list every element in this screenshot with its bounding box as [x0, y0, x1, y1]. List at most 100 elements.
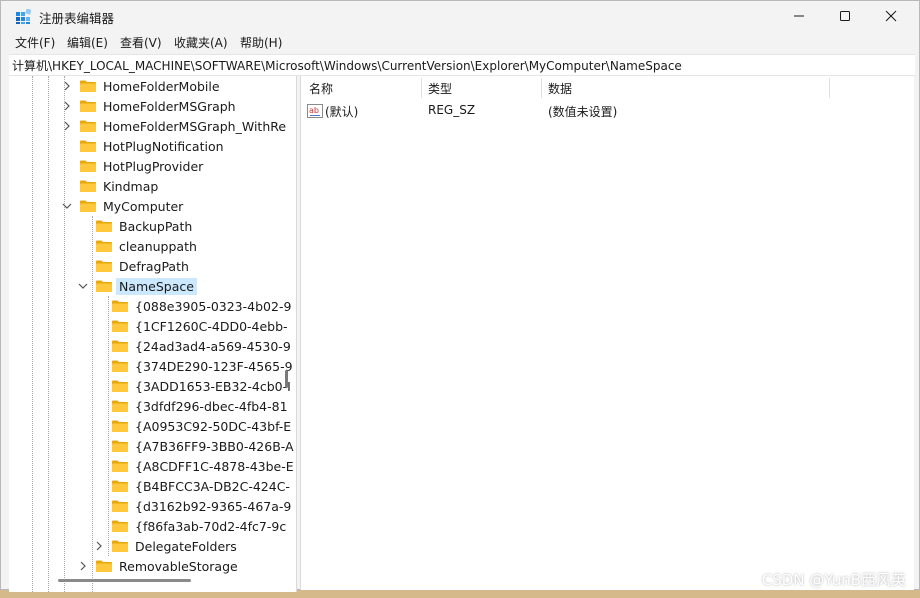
- column-separator[interactable]: [541, 78, 542, 98]
- tree-item-label: {A8CDFF1C-4878-43be-E: [135, 458, 294, 474]
- tree-item[interactable]: {3ADD1653-EB32-4cb0-I: [93, 376, 294, 396]
- tree-item-label: HomeFolderMSGraph_WithRe: [103, 118, 287, 134]
- tree-item-label: {374DE290-123F-4565-9: [135, 358, 293, 374]
- chevron-right-icon[interactable]: [77, 560, 89, 572]
- values-pane[interactable]: 名称 类型 数据 ab (默认) REG_SZ (数值未设置): [300, 76, 914, 590]
- chevron-down-icon[interactable]: [77, 280, 89, 292]
- string-value-icon: ab: [307, 104, 323, 118]
- folder-icon: [112, 340, 128, 352]
- tree-item-label: {f86fa3ab-70d2-4fc7-9c: [135, 518, 287, 534]
- folder-icon: [80, 120, 96, 132]
- tree-item-label: {088e3905-0323-4b02-9: [135, 298, 292, 314]
- tree-horizontal-scrollbar-thumb[interactable]: [58, 579, 191, 582]
- tree-item-label: BackupPath: [119, 218, 193, 234]
- minimize-icon: [794, 15, 804, 17]
- tree-item[interactable]: {A8CDFF1C-4878-43be-E: [93, 456, 296, 476]
- chevron-right-icon[interactable]: [61, 120, 73, 132]
- tree-vertical-scrollbar[interactable]: [285, 76, 296, 592]
- tree-item[interactable]: HomeFolderMobile: [61, 76, 223, 96]
- column-separator[interactable]: [421, 78, 422, 98]
- folder-icon: [80, 180, 96, 192]
- tree-item-label: {A7B36FF9-3BB0-426B-A: [135, 438, 294, 454]
- tree-item[interactable]: MyComputer: [61, 196, 186, 216]
- tree-item[interactable]: cleanuppath: [77, 236, 200, 256]
- tree-item-label: {d3162b92-9365-467a-9: [135, 498, 292, 514]
- address-path: 计算机\HKEY_LOCAL_MACHINE\SOFTWARE\Microsof…: [12, 59, 682, 73]
- tree-item-label: {24ad3ad4-a569-4530-9: [135, 338, 291, 354]
- tree-guide-line: [48, 76, 49, 592]
- tree-item[interactable]: {24ad3ad4-a569-4530-9: [93, 336, 294, 356]
- tree-item-label: {3ADD1653-EB32-4cb0-I: [135, 378, 291, 394]
- tree-item-label: cleanuppath: [119, 238, 197, 254]
- maximize-icon: [840, 11, 850, 21]
- tree-item[interactable]: {3dfdf296-dbec-4fb4-81: [93, 396, 291, 416]
- folder-icon: [112, 460, 128, 472]
- tree-item[interactable]: {A7B36FF9-3BB0-426B-A: [93, 436, 296, 456]
- chevron-right-icon[interactable]: [93, 540, 105, 552]
- address-bar[interactable]: 计算机\HKEY_LOCAL_MACHINE\SOFTWARE\Microsof…: [9, 54, 915, 76]
- column-separator[interactable]: [829, 78, 830, 98]
- tree-item-label: HomeFolderMSGraph: [103, 98, 236, 114]
- close-icon: [885, 10, 897, 22]
- tree-item[interactable]: HotPlugNotification: [61, 136, 227, 156]
- menu-view[interactable]: 查看(V): [120, 34, 162, 51]
- tree-item-label: NameSpace: [116, 277, 197, 295]
- tree-item[interactable]: BackupPath: [77, 216, 195, 236]
- tree-scrollbar-thumb[interactable]: [285, 370, 288, 388]
- menu-file[interactable]: 文件(F): [15, 34, 55, 51]
- chevron-right-icon[interactable]: [61, 80, 73, 92]
- tree-item-label: Kindmap: [103, 178, 159, 194]
- value-type: REG_SZ: [428, 103, 476, 117]
- column-header-type[interactable]: 类型: [428, 76, 452, 100]
- tree-item[interactable]: HomeFolderMSGraph_WithRe: [61, 116, 289, 136]
- tree-item[interactable]: DelegateFolders: [93, 536, 240, 556]
- tree-item[interactable]: RemovableStorage: [77, 556, 241, 576]
- folder-icon: [96, 220, 112, 232]
- folder-icon: [96, 560, 112, 572]
- column-header-name[interactable]: 名称: [309, 76, 333, 100]
- value-data: (数值未设置): [548, 105, 618, 119]
- tree-item[interactable]: {d3162b92-9365-467a-9: [93, 496, 294, 516]
- tree-item[interactable]: {374DE290-123F-4565-9: [93, 356, 296, 376]
- folder-icon: [112, 420, 128, 432]
- folder-icon: [80, 200, 96, 212]
- column-header-data[interactable]: 数据: [548, 76, 572, 100]
- tree-item-label: HotPlugNotification: [103, 138, 224, 154]
- folder-icon: [112, 520, 128, 532]
- menu-favorites[interactable]: 收藏夹(A): [174, 34, 228, 51]
- menu-help[interactable]: 帮助(H): [240, 34, 282, 51]
- registry-editor-window: 注册表编辑器 文件(F) 编辑(E) 查看(V) 收藏夹(A) 帮助(H) 计算…: [0, 0, 920, 592]
- tree-guide-line: [32, 76, 33, 592]
- tree-item[interactable]: {088e3905-0323-4b02-9: [93, 296, 294, 316]
- close-button[interactable]: [868, 1, 914, 31]
- tree-item[interactable]: {1CF1260C-4DD0-4ebb-: [93, 316, 291, 336]
- tree-item[interactable]: {f86fa3ab-70d2-4fc7-9c: [93, 516, 289, 536]
- menu-bar: 文件(F) 编辑(E) 查看(V) 收藏夹(A) 帮助(H): [1, 31, 919, 53]
- tree-item[interactable]: HotPlugProvider: [61, 156, 206, 176]
- folder-icon: [112, 300, 128, 312]
- key-tree-pane[interactable]: HomeFolderMobile HomeFolderMSGraph HomeFol…: [9, 76, 297, 592]
- tree-item[interactable]: DefragPath: [77, 256, 192, 276]
- maximize-button[interactable]: [822, 1, 868, 31]
- tree-item[interactable]: {A0953C92-50DC-43bf-E: [93, 416, 294, 436]
- svg-text:ab: ab: [309, 106, 319, 115]
- minimize-button[interactable]: [776, 1, 822, 31]
- tree-item[interactable]: Kindmap: [61, 176, 161, 196]
- tree-item[interactable]: HomeFolderMSGraph: [61, 96, 239, 116]
- chevron-right-icon[interactable]: [61, 100, 73, 112]
- tree-item[interactable]: NameSpace: [77, 276, 197, 296]
- chevron-down-icon[interactable]: [61, 200, 73, 212]
- menu-edit[interactable]: 编辑(E): [67, 34, 108, 51]
- tree-item[interactable]: {B4BFCC3A-DB2C-424C-: [93, 476, 293, 496]
- folder-icon: [112, 320, 128, 332]
